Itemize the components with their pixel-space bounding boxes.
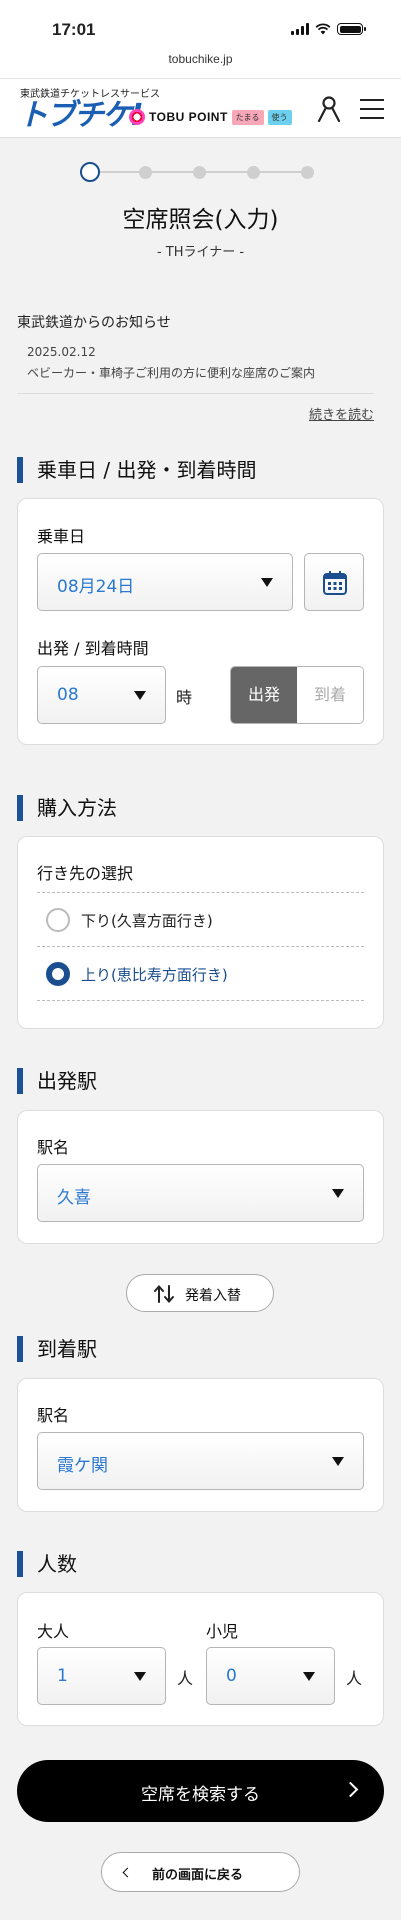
departure-station-value: 久喜: [57, 1188, 91, 1208]
back-label: 前の画面に戻る: [152, 1868, 244, 1883]
departure-station-label: 駅名: [37, 1138, 70, 1157]
direction-option-down[interactable]: 下り(久喜方面行き): [37, 892, 364, 946]
datetime-card: 乗車日 08月24日 出発 / 到着時間 08 時 出発 到着: [17, 498, 384, 745]
notice-date: 2025.02.12: [27, 345, 96, 359]
signal-icon: [291, 23, 309, 35]
tobu-point-banner[interactable]: TOBU POINT たまる 使う: [129, 109, 292, 125]
calendar-button[interactable]: [304, 553, 364, 611]
arrival-station-select[interactable]: 霞ケ関: [37, 1432, 364, 1490]
chevron-down-icon: [134, 1672, 146, 1681]
child-count-value: 0: [226, 1666, 237, 1686]
notice-heading: 東武鉄道からのお知らせ: [17, 315, 171, 331]
account-icon[interactable]: [317, 96, 341, 122]
step-2-indicator: [139, 166, 152, 179]
site-header: 東武鉄道チケットレスサービス トブチケ! TOBU POINT たまる 使う: [0, 78, 401, 138]
child-count-select[interactable]: 0: [206, 1647, 335, 1705]
direction-label: 行き先の選択: [37, 864, 134, 883]
swap-arrows-icon: [154, 1284, 174, 1304]
site-logo[interactable]: トブチケ!: [18, 99, 144, 133]
battery-icon: [337, 23, 366, 35]
radio-selected[interactable]: [46, 962, 70, 986]
step-5-indicator: [301, 166, 314, 179]
purchase-card: 行き先の選択 下り(久喜方面行き) 上り(恵比寿方面行き): [17, 836, 384, 1029]
read-more-link[interactable]: 続きを読む: [17, 404, 374, 423]
status-bar: 17:01: [0, 0, 401, 52]
url-text: tobuchike.jp: [168, 52, 233, 66]
tobu-point-icon: [129, 109, 145, 125]
arrival-heading: 到着駅: [17, 1336, 377, 1362]
chevron-down-icon: [261, 578, 273, 587]
depart-arrive-toggle: 出発 到着: [230, 666, 364, 724]
chevron-down-icon: [332, 1457, 344, 1466]
arrive-option[interactable]: 到着: [297, 667, 363, 723]
passengers-heading: 人数: [17, 1551, 377, 1577]
status-icons: [291, 23, 366, 35]
chevron-down-icon: [134, 691, 146, 700]
swap-stations-button[interactable]: 発着入替: [126, 1274, 274, 1312]
boarding-date-value: 08月24日: [57, 577, 135, 597]
swap-stations-label: 発着入替: [185, 1288, 241, 1304]
calendar-icon: [323, 571, 347, 595]
search-seats-label: 空席を検索する: [141, 1785, 260, 1805]
status-time: 17:01: [52, 20, 96, 39]
arrival-station-value: 霞ケ関: [57, 1456, 108, 1476]
wifi-icon: [315, 23, 331, 35]
search-seats-button[interactable]: 空席を検索する: [17, 1760, 384, 1822]
point-use-tag: 使う: [267, 109, 292, 125]
purchase-heading: 購入方法: [17, 795, 377, 821]
departure-station-select[interactable]: 久喜: [37, 1164, 364, 1222]
page-subtitle: - THライナー -: [156, 245, 245, 260]
notice-section: 東武鉄道からのお知らせ 2025.02.12 ベビーカー・車椅子ご利用の方に便利…: [17, 312, 374, 423]
url-bar[interactable]: tobuchike.jp: [0, 52, 401, 78]
departure-heading: 出発駅: [17, 1068, 377, 1094]
passengers-card: 大人 1 人 小児 0 人: [17, 1592, 384, 1726]
boarding-date-label: 乗車日: [37, 527, 86, 546]
direction-option-up[interactable]: 上り(恵比寿方面行き): [37, 946, 364, 1000]
page-title: 空席照会(入力): [122, 207, 279, 233]
adult-label: 大人: [37, 1622, 70, 1641]
radio-unselected[interactable]: [46, 908, 70, 932]
hour-unit: 時: [176, 688, 193, 707]
hour-value: 08: [57, 685, 79, 705]
direction-option-down-label: 下り(久喜方面行き): [81, 912, 213, 930]
departure-card: 駅名 久喜: [17, 1110, 384, 1244]
direction-option-up-label: 上り(恵比寿方面行き): [81, 966, 228, 984]
chevron-left-icon: [122, 1867, 133, 1878]
progress-steps: [80, 161, 320, 183]
child-unit: 人: [346, 1669, 363, 1688]
time-label: 出発 / 到着時間: [37, 639, 149, 658]
back-button[interactable]: 前の画面に戻る: [101, 1852, 300, 1892]
tobu-point-label: TOBU POINT: [149, 110, 228, 124]
step-1-indicator: [80, 162, 100, 182]
depart-option[interactable]: 出発: [231, 667, 297, 723]
hour-select[interactable]: 08: [37, 666, 166, 724]
datetime-heading: 乗車日 / 出発・到着時間: [17, 457, 377, 483]
arrival-station-label: 駅名: [37, 1406, 70, 1425]
step-3-indicator: [193, 166, 206, 179]
notice-text[interactable]: ベビーカー・車椅子ご利用の方に便利な座席のご案内: [27, 364, 374, 381]
arrival-card: 駅名 霞ケ関: [17, 1378, 384, 1512]
adult-count-select[interactable]: 1: [37, 1647, 166, 1705]
adult-unit: 人: [177, 1669, 194, 1688]
adult-count-value: 1: [57, 1666, 68, 1686]
chevron-down-icon: [303, 1672, 315, 1681]
chevron-down-icon: [332, 1189, 344, 1198]
point-earn-tag: たまる: [231, 109, 264, 125]
step-4-indicator: [247, 166, 260, 179]
child-label: 小児: [206, 1622, 239, 1641]
boarding-date-select[interactable]: 08月24日: [37, 553, 293, 611]
hamburger-menu-icon[interactable]: [360, 99, 384, 119]
